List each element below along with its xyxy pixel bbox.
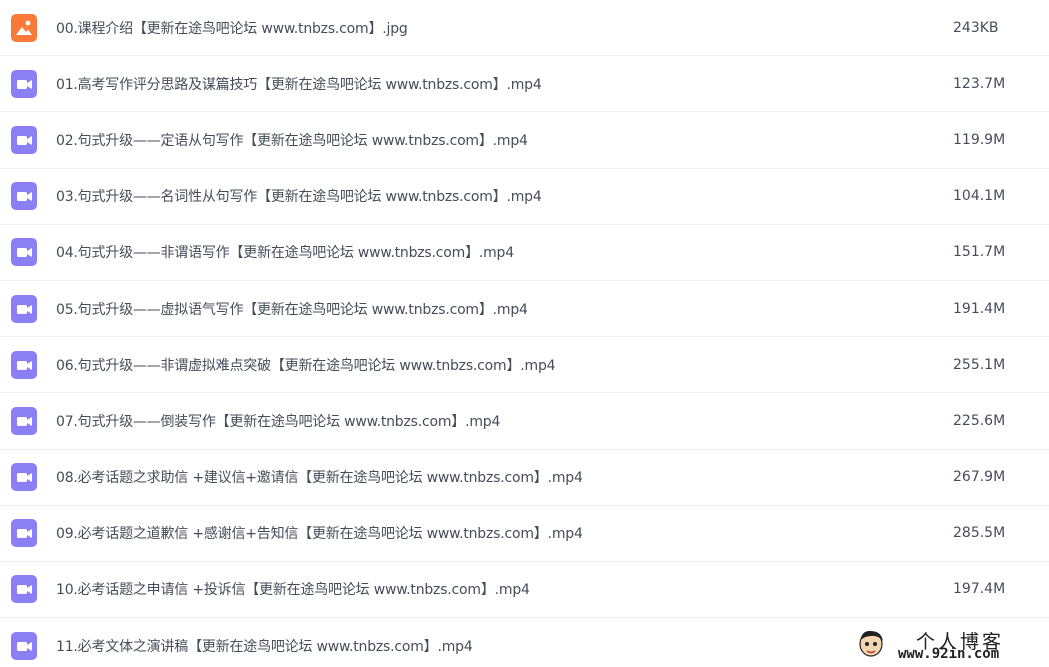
file-name[interactable]: 05.句式升级——虚拟语气写作【更新在途鸟吧论坛 www.tnbzs.com】.… [56, 299, 528, 319]
video-file-icon [11, 238, 37, 267]
file-name[interactable]: 02.句式升级——定语从句写作【更新在途鸟吧论坛 www.tnbzs.com】.… [56, 130, 528, 150]
video-file-icon [11, 125, 37, 154]
video-file-icon [11, 69, 37, 98]
file-size: 197.4M [953, 581, 1006, 598]
file-row[interactable]: 04.句式升级——非谓语写作【更新在途鸟吧论坛 www.tnbzs.com】.m… [0, 225, 1049, 281]
file-row[interactable]: 06.句式升级——非谓虚拟难点突破【更新在途鸟吧论坛 www.tnbzs.com… [0, 337, 1049, 394]
file-size: 255.1M [953, 356, 1006, 373]
file-size: 104.1M [953, 188, 1006, 205]
watermark-url: www.92in.com [898, 646, 1000, 662]
file-size: 243KB [953, 19, 999, 36]
file-name[interactable]: 00.课程介绍【更新在途鸟吧论坛 www.tnbzs.com】.jpg [56, 18, 408, 38]
file-name[interactable]: 08.必考话题之求助信 +建议信+邀请信【更新在途鸟吧论坛 www.tnbzs.… [56, 467, 583, 487]
file-size: 267.9M [953, 469, 1006, 486]
file-list: 00.课程介绍【更新在途鸟吧论坛 www.tnbzs.com】.jpg 243KB… [0, 0, 1049, 667]
video-file-icon [11, 406, 37, 435]
file-row[interactable]: 01.高考写作评分思路及谋篇技巧【更新在途鸟吧论坛 www.tnbzs.com】… [0, 56, 1049, 113]
file-name[interactable]: 07.句式升级——倒装写作【更新在途鸟吧论坛 www.tnbzs.com】.mp… [56, 411, 500, 431]
file-name[interactable]: 09.必考话题之道歉信 +感谢信+告知信【更新在途鸟吧论坛 www.tnbzs.… [56, 523, 583, 543]
file-row[interactable]: 02.句式升级——定语从句写作【更新在途鸟吧论坛 www.tnbzs.com】.… [0, 112, 1049, 169]
file-row[interactable]: 10.必考话题之申请信 +投诉信【更新在途鸟吧论坛 www.tnbzs.com】… [0, 562, 1049, 619]
file-row[interactable]: 05.句式升级——虚拟语气写作【更新在途鸟吧论坛 www.tnbzs.com】.… [0, 281, 1049, 338]
file-row[interactable]: 09.必考话题之道歉信 +感谢信+告知信【更新在途鸟吧论坛 www.tnbzs.… [0, 506, 1049, 562]
video-file-icon [11, 294, 37, 323]
file-name[interactable]: 06.句式升级——非谓虚拟难点突破【更新在途鸟吧论坛 www.tnbzs.com… [56, 355, 556, 375]
file-size: 191.4M [953, 300, 1006, 317]
file-size: 285.5M [953, 525, 1006, 542]
file-size: 151.7M [953, 244, 1006, 261]
file-size: 225.6M [953, 412, 1006, 429]
file-size: 119.9M [953, 131, 1006, 148]
file-size: 123.7M [953, 75, 1006, 92]
file-name[interactable]: 01.高考写作评分思路及谋篇技巧【更新在途鸟吧论坛 www.tnbzs.com】… [56, 74, 542, 94]
file-row[interactable]: 08.必考话题之求助信 +建议信+邀请信【更新在途鸟吧论坛 www.tnbzs.… [0, 450, 1049, 506]
file-name[interactable]: 03.句式升级——名词性从句写作【更新在途鸟吧论坛 www.tnbzs.com】… [56, 186, 542, 206]
video-file-icon [11, 463, 37, 492]
image-file-icon [11, 13, 37, 42]
watermark: 个人博客 www.92in.com [856, 627, 1031, 663]
file-row[interactable]: 00.课程介绍【更新在途鸟吧论坛 www.tnbzs.com】.jpg 243KB [0, 0, 1049, 57]
file-name[interactable]: 10.必考话题之申请信 +投诉信【更新在途鸟吧论坛 www.tnbzs.com】… [56, 579, 530, 599]
video-file-icon [11, 182, 37, 211]
file-name[interactable]: 04.句式升级——非谓语写作【更新在途鸟吧论坛 www.tnbzs.com】.m… [56, 242, 514, 262]
cartoon-avatar-icon [859, 630, 883, 657]
file-row[interactable]: 03.句式升级——名词性从句写作【更新在途鸟吧论坛 www.tnbzs.com】… [0, 169, 1049, 225]
file-name[interactable]: 11.必考文体之演讲稿【更新在途鸟吧论坛 www.tnbzs.com】.mp4 [56, 636, 473, 656]
video-file-icon [11, 519, 37, 548]
video-file-icon [11, 631, 37, 660]
video-file-icon [11, 350, 37, 379]
video-file-icon [11, 575, 37, 604]
file-row[interactable]: 07.句式升级——倒装写作【更新在途鸟吧论坛 www.tnbzs.com】.mp… [0, 393, 1049, 450]
